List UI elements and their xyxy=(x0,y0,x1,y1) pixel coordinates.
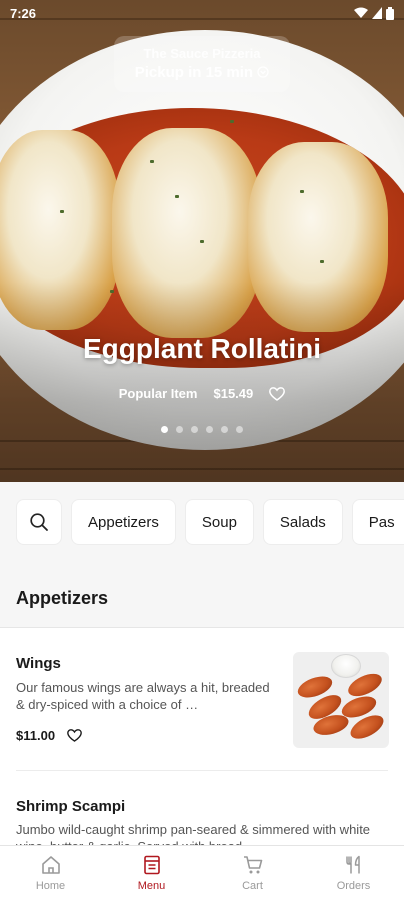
nav-cart-label: Cart xyxy=(242,880,263,892)
section-spacer xyxy=(0,562,404,588)
status-time: 7:26 xyxy=(10,5,37,21)
category-chip-salads[interactable]: Salads xyxy=(262,499,343,545)
heart-icon[interactable] xyxy=(67,729,82,742)
menu-item-description: Jumbo wild-caught shrimp pan-seared & si… xyxy=(16,822,371,845)
pickup-eta-text: Pickup in 15 min xyxy=(134,64,254,81)
herb-garnish xyxy=(300,190,304,193)
category-chip-pasta[interactable]: Pas xyxy=(351,499,404,545)
carousel-dot[interactable] xyxy=(236,426,243,433)
wifi-icon xyxy=(354,7,368,18)
menu-item-description: Our famous wings are always a hit, bread… xyxy=(16,680,270,712)
carousel-dot[interactable] xyxy=(206,426,213,433)
chevron-down-circle-icon xyxy=(257,66,269,78)
carousel-dot[interactable] xyxy=(191,426,198,433)
menu-item-price-row: $11.00 xyxy=(16,728,82,743)
pickup-selector[interactable]: The Sauce Pizzeria Pickup in 15 min xyxy=(114,36,290,92)
menu-item-shrimp-scampi[interactable]: Shrimp Scampi Jumbo wild-caught shrimp p… xyxy=(0,771,404,845)
herb-garnish xyxy=(200,240,204,243)
signal-icon xyxy=(372,7,382,19)
store-name: The Sauce Pizzeria xyxy=(143,46,261,61)
category-chip-appetizers[interactable]: Appetizers xyxy=(71,499,176,545)
battery-icon xyxy=(386,6,394,20)
menu-item-name: Wings xyxy=(16,655,61,672)
nav-menu[interactable]: Menu xyxy=(101,846,202,900)
nav-home-label: Home xyxy=(35,880,66,892)
carousel-indicator[interactable] xyxy=(0,426,404,433)
menu-item-name: Shrimp Scampi xyxy=(16,798,126,815)
hero-gradient-overlay xyxy=(0,282,404,482)
popular-badge: Popular Item xyxy=(118,386,198,401)
nav-cart[interactable]: Cart xyxy=(202,846,303,900)
featured-price: $15.49 xyxy=(213,386,254,401)
search-button[interactable] xyxy=(16,499,62,545)
carousel-dot[interactable] xyxy=(176,426,183,433)
search-icon xyxy=(30,513,48,531)
category-bar: Appetizers Soup Salads Pas xyxy=(0,482,404,562)
menu-item-wings[interactable]: Wings Our famous wings are always a hit,… xyxy=(0,628,404,770)
bottom-navigation: Home Menu Cart Orders xyxy=(0,845,404,900)
menu-item-image xyxy=(293,652,389,748)
pickup-eta: Pickup in 15 min xyxy=(114,64,290,81)
cart-icon xyxy=(243,856,262,874)
orders-icon xyxy=(345,855,360,874)
ranch-cup xyxy=(331,654,361,678)
herb-garnish xyxy=(320,260,324,263)
nav-orders-label: Orders xyxy=(336,880,371,892)
nav-orders[interactable]: Orders xyxy=(303,846,404,900)
herb-garnish xyxy=(230,120,234,123)
menu-icon xyxy=(143,855,160,875)
home-icon xyxy=(41,856,60,874)
featured-item-meta: Popular Item $15.49 xyxy=(0,386,404,401)
herb-garnish xyxy=(60,210,64,213)
status-icons xyxy=(354,6,394,20)
herb-garnish xyxy=(150,160,154,163)
carousel-dot[interactable] xyxy=(221,426,228,433)
category-chip-soup[interactable]: Soup xyxy=(184,499,254,545)
menu-item-price: $11.00 xyxy=(16,728,56,743)
carousel-dot[interactable] xyxy=(161,426,168,433)
heart-icon[interactable] xyxy=(269,386,286,401)
nav-home[interactable]: Home xyxy=(0,846,101,900)
featured-item-title: Eggplant Rollatini xyxy=(83,333,321,364)
nav-menu-label: Menu xyxy=(137,880,166,892)
status-bar: 7:26 xyxy=(0,0,404,26)
herb-garnish xyxy=(175,195,179,198)
section-title: Appetizers xyxy=(0,588,404,628)
